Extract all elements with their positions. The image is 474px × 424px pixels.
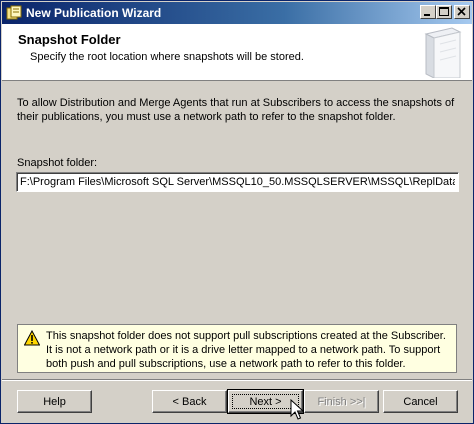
window-title: New Publication Wizard xyxy=(26,6,162,20)
minimize-button[interactable] xyxy=(420,5,436,19)
back-button-label: < Back xyxy=(172,395,207,408)
close-button[interactable] xyxy=(454,5,470,19)
title-bar[interactable]: New Publication Wizard xyxy=(2,2,472,24)
cancel-button-label: Cancel xyxy=(403,395,438,408)
page-subtitle: Specify the root location where snapshot… xyxy=(30,51,304,63)
back-button[interactable]: < Back xyxy=(152,390,227,413)
finish-button-label: Finish >>| xyxy=(317,395,366,408)
wizard-window: New Publication Wizard Snapshot Folder S… xyxy=(0,0,474,424)
wizard-header-graphic xyxy=(424,27,462,78)
minimize-icon xyxy=(424,14,430,16)
next-button-label: Next > xyxy=(249,395,282,408)
snapshot-folder-input[interactable] xyxy=(16,172,459,192)
maximize-icon xyxy=(439,7,449,16)
warning-box: This snapshot folder does not support pu… xyxy=(17,324,457,373)
intro-text: To allow Distribution and Merge Agents t… xyxy=(17,97,455,123)
cancel-button[interactable]: Cancel xyxy=(383,390,458,413)
wizard-app-icon xyxy=(6,5,22,20)
wizard-header: Snapshot Folder Specify the root locatio… xyxy=(2,24,472,81)
warning-message: This snapshot folder does not support pu… xyxy=(46,330,446,370)
page-title: Snapshot Folder xyxy=(18,32,121,47)
help-button-label: Help xyxy=(43,395,66,408)
close-icon xyxy=(457,7,466,16)
mouse-cursor-icon xyxy=(290,399,304,420)
snapshot-folder-label: Snapshot folder: xyxy=(17,157,98,169)
finish-button[interactable]: Finish >>| xyxy=(304,390,379,413)
maximize-button[interactable] xyxy=(436,5,452,19)
button-separator xyxy=(2,379,472,381)
warning-triangle-icon xyxy=(24,330,40,346)
help-button[interactable]: Help xyxy=(17,390,92,413)
